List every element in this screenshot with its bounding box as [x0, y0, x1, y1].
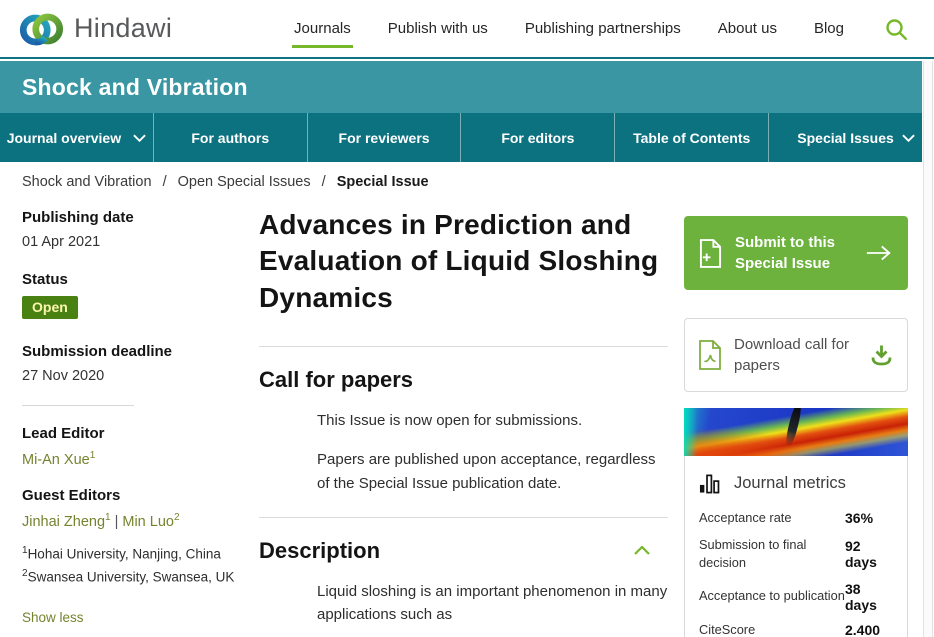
metric-row: Acceptance rate 36%	[699, 509, 893, 528]
status-badge: Open	[22, 296, 78, 319]
metric-label: Submission to final decision	[699, 536, 845, 573]
breadcrumb-open-special-issues[interactable]: Open Special Issues	[178, 174, 311, 190]
tab-table-of-contents[interactable]: Table of Contents	[615, 113, 769, 162]
guest-editor-link[interactable]: Min Luo2	[122, 514, 179, 530]
publishing-date-value: 01 Apr 2021	[22, 234, 237, 250]
breadcrumb-current: Special Issue	[337, 174, 429, 190]
metric-value: 2.400	[845, 622, 880, 637]
bar-chart-icon	[699, 473, 720, 494]
download-icon	[869, 343, 894, 367]
metric-row: CiteScore 2.400	[699, 621, 893, 637]
affiliation: 2Swansea University, Swansea, UK	[22, 568, 237, 585]
brand-name: Hindawi	[74, 13, 172, 44]
metric-value: 36%	[845, 510, 873, 526]
journal-tabs: Journal overview For authors For reviewe…	[0, 113, 922, 162]
issue-sidebar: Publishing date 01 Apr 2021 Status Open …	[22, 209, 237, 637]
chevron-down-icon	[902, 134, 915, 142]
arrow-right-icon	[865, 243, 893, 263]
lead-editor-label: Lead Editor	[22, 425, 237, 442]
pdf-icon	[698, 340, 722, 370]
nav-about-us[interactable]: About us	[718, 20, 777, 37]
editor-separator: |	[115, 514, 119, 530]
call-for-papers-heading: Call for papers	[259, 367, 413, 393]
top-nav: Journals Publish with us Publishing part…	[294, 20, 844, 37]
lead-editor-link[interactable]: Mi-An Xue1	[22, 452, 95, 468]
journal-title-bar: Shock and Vibration	[0, 61, 922, 113]
journal-title: Shock and Vibration	[22, 74, 248, 101]
tab-special-issues[interactable]: Special Issues	[769, 113, 922, 162]
hindawi-logo[interactable]: Hindawi	[18, 6, 172, 52]
metric-row: Acceptance to publication 38 days	[699, 581, 893, 613]
content-divider	[259, 346, 668, 347]
download-button-label: Download call for papers	[734, 334, 857, 376]
site-header: Hindawi Journals Publish with us Publish…	[0, 0, 934, 59]
download-call-for-papers-button[interactable]: Download call for papers	[684, 318, 908, 392]
show-less-link[interactable]: Show less	[22, 610, 84, 625]
metric-label: Acceptance to publication	[699, 587, 845, 606]
metric-value: 38 days	[845, 581, 893, 613]
page: Hindawi Journals Publish with us Publish…	[0, 0, 934, 637]
affiliation: 1Hohai University, Nanjing, China	[22, 545, 237, 562]
document-add-icon	[699, 239, 722, 268]
metric-label: Acceptance rate	[699, 509, 845, 528]
content-divider	[259, 517, 668, 518]
guest-editors-label: Guest Editors	[22, 487, 237, 504]
tab-for-reviewers[interactable]: For reviewers	[308, 113, 462, 162]
description-heading: Description	[259, 538, 380, 564]
hindawi-logo-icon	[18, 6, 64, 52]
guest-editor-link[interactable]: Jinhai Zheng1	[22, 514, 111, 530]
metric-row: Submission to final decision 92 days	[699, 536, 893, 573]
description-paragraph: Liquid sloshing is an important phenomen…	[317, 580, 668, 627]
nav-publish-with-us[interactable]: Publish with us	[388, 20, 488, 37]
tab-for-editors[interactable]: For editors	[461, 113, 615, 162]
status-label: Status	[22, 271, 237, 288]
metric-value: 92 days	[845, 538, 893, 570]
chevron-down-icon	[133, 134, 146, 142]
search-button[interactable]	[884, 17, 908, 41]
breadcrumb: Shock and Vibration / Open Special Issue…	[22, 174, 429, 190]
nav-blog[interactable]: Blog	[814, 20, 844, 37]
metric-label: CiteScore	[699, 621, 845, 637]
breadcrumb-separator: /	[322, 174, 326, 190]
deadline-label: Submission deadline	[22, 343, 237, 360]
sidebar-divider	[22, 405, 134, 406]
chevron-up-icon	[634, 546, 650, 555]
tab-for-authors[interactable]: For authors	[154, 113, 308, 162]
cover-image-streak	[784, 408, 803, 448]
journal-metrics-heading: Journal metrics	[734, 474, 846, 493]
page-scrollbar[interactable]	[923, 61, 933, 637]
deadline-value: 27 Nov 2020	[22, 368, 237, 384]
call-for-papers-paragraph: This Issue is now open for submissions.	[317, 409, 668, 432]
publishing-date-label: Publishing date	[22, 209, 237, 226]
search-icon	[884, 17, 908, 41]
breadcrumb-separator: /	[163, 174, 167, 190]
nav-journals[interactable]: Journals	[294, 20, 351, 37]
journal-metrics-card: Journal metrics Acceptance rate 36% Subm…	[684, 408, 908, 637]
main-content: Advances in Prediction and Evaluation of…	[259, 207, 668, 637]
action-rail: Submit to this Special Issue Download ca…	[684, 216, 908, 637]
journal-cover-image	[684, 408, 908, 456]
collapse-description-button[interactable]	[630, 542, 654, 559]
special-issue-title: Advances in Prediction and Evaluation of…	[259, 207, 668, 316]
tab-journal-overview[interactable]: Journal overview	[0, 113, 154, 162]
call-for-papers-paragraph: Papers are published upon acceptance, re…	[317, 448, 668, 495]
breadcrumb-journal[interactable]: Shock and Vibration	[22, 174, 152, 190]
submit-button-label: Submit to this Special Issue	[735, 232, 852, 274]
nav-publishing-partnerships[interactable]: Publishing partnerships	[525, 20, 681, 37]
submit-to-special-issue-button[interactable]: Submit to this Special Issue	[684, 216, 908, 290]
